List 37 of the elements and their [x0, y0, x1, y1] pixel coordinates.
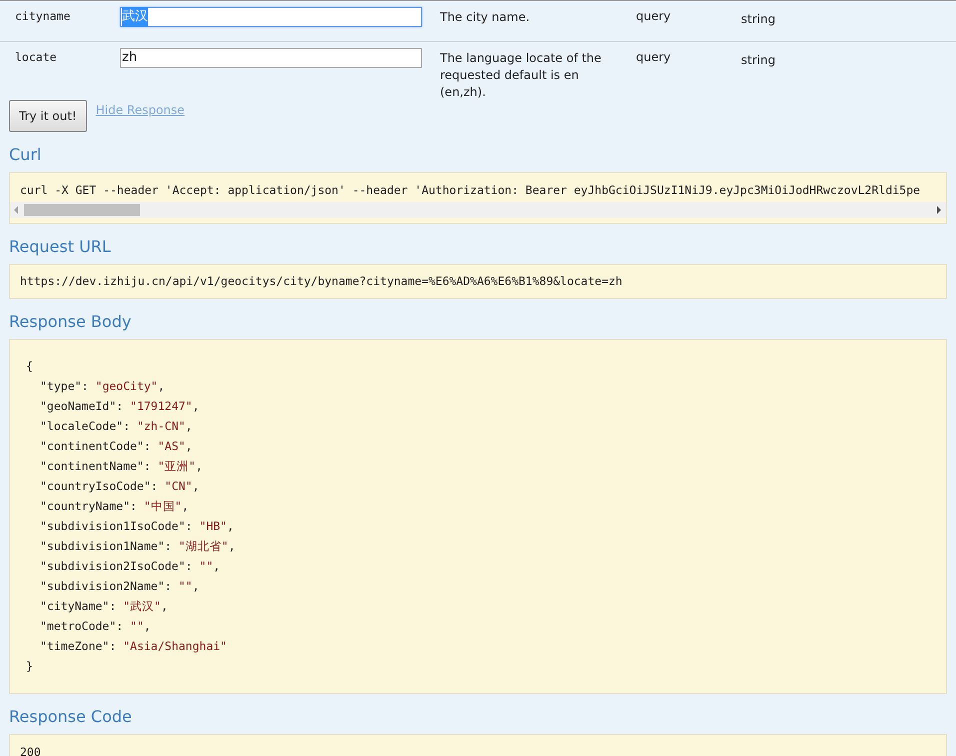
input-field[interactable]: zh: [120, 48, 422, 68]
parameter-type: query: [636, 49, 672, 66]
request-url: https://dev.izhiju.cn/api/v1/geocitys/city/byname?cityname=%E6%AD%A6%E6%B1%89&locate=zh: [19, 272, 622, 290]
parameter-description: The city name.: [440, 9, 531, 26]
data-type: string: [741, 52, 776, 69]
json-brace: }: [26, 658, 33, 675]
section-heading: Request URL: [8, 237, 112, 257]
json-line: "subdivision1Name": "湖北省",: [39, 538, 236, 555]
json-line: "countryIsoCode": "CN",: [39, 478, 200, 495]
json-line: "localeCode": "zh-CN",: [39, 418, 192, 435]
json-line: "type": "geoCity",: [39, 378, 165, 395]
section-heading: Response Code: [8, 707, 133, 727]
scroll-left-icon: [13, 206, 19, 214]
json-line: "timeZone": "Asia/Shanghai": [39, 638, 227, 655]
parameter-description: The language locate of the requested default is en (en,zh).: [440, 50, 602, 101]
section-heading: Curl: [8, 145, 42, 165]
horizontal-scrollbar[interactable]: [10, 202, 946, 218]
parameter-name: cityname: [15, 8, 72, 25]
json-line: "geoNameId": "1791247",: [39, 398, 200, 415]
json-line: "cityName": "武汉",: [39, 598, 168, 615]
json-line: "countryName": "中国",: [39, 498, 189, 515]
json-line: "metroCode": "",: [39, 618, 151, 635]
json-line: "subdivision2IsoCode": "",: [39, 558, 220, 575]
response-code: 200: [20, 745, 41, 756]
curl-command: curl -X GET --header 'Accept: application/json' --header 'Authorization: Bearer eyJhbGciOiJSUzI1NiJ9.eyJpc3MiOiJodHRwczovL2Rldi5pe: [19, 182, 922, 197]
section-heading: Response Body: [8, 312, 132, 332]
json-line: "continentName": "亚洲",: [39, 458, 203, 475]
json-line: "continentCode": "AS",: [39, 438, 192, 455]
parameter-type: query: [636, 8, 672, 25]
parameter-name: locate: [15, 49, 58, 66]
try-it-out-button[interactable]: Try it out!: [9, 100, 87, 132]
json-line: "subdivision2Name": "",: [39, 578, 200, 595]
scrollbar-thumb[interactable]: [24, 204, 140, 216]
data-type: string: [741, 11, 776, 28]
scroll-right-icon: [936, 206, 942, 214]
json-line: "subdivision1IsoCode": "HB",: [39, 518, 234, 535]
json-brace: {: [26, 358, 33, 375]
